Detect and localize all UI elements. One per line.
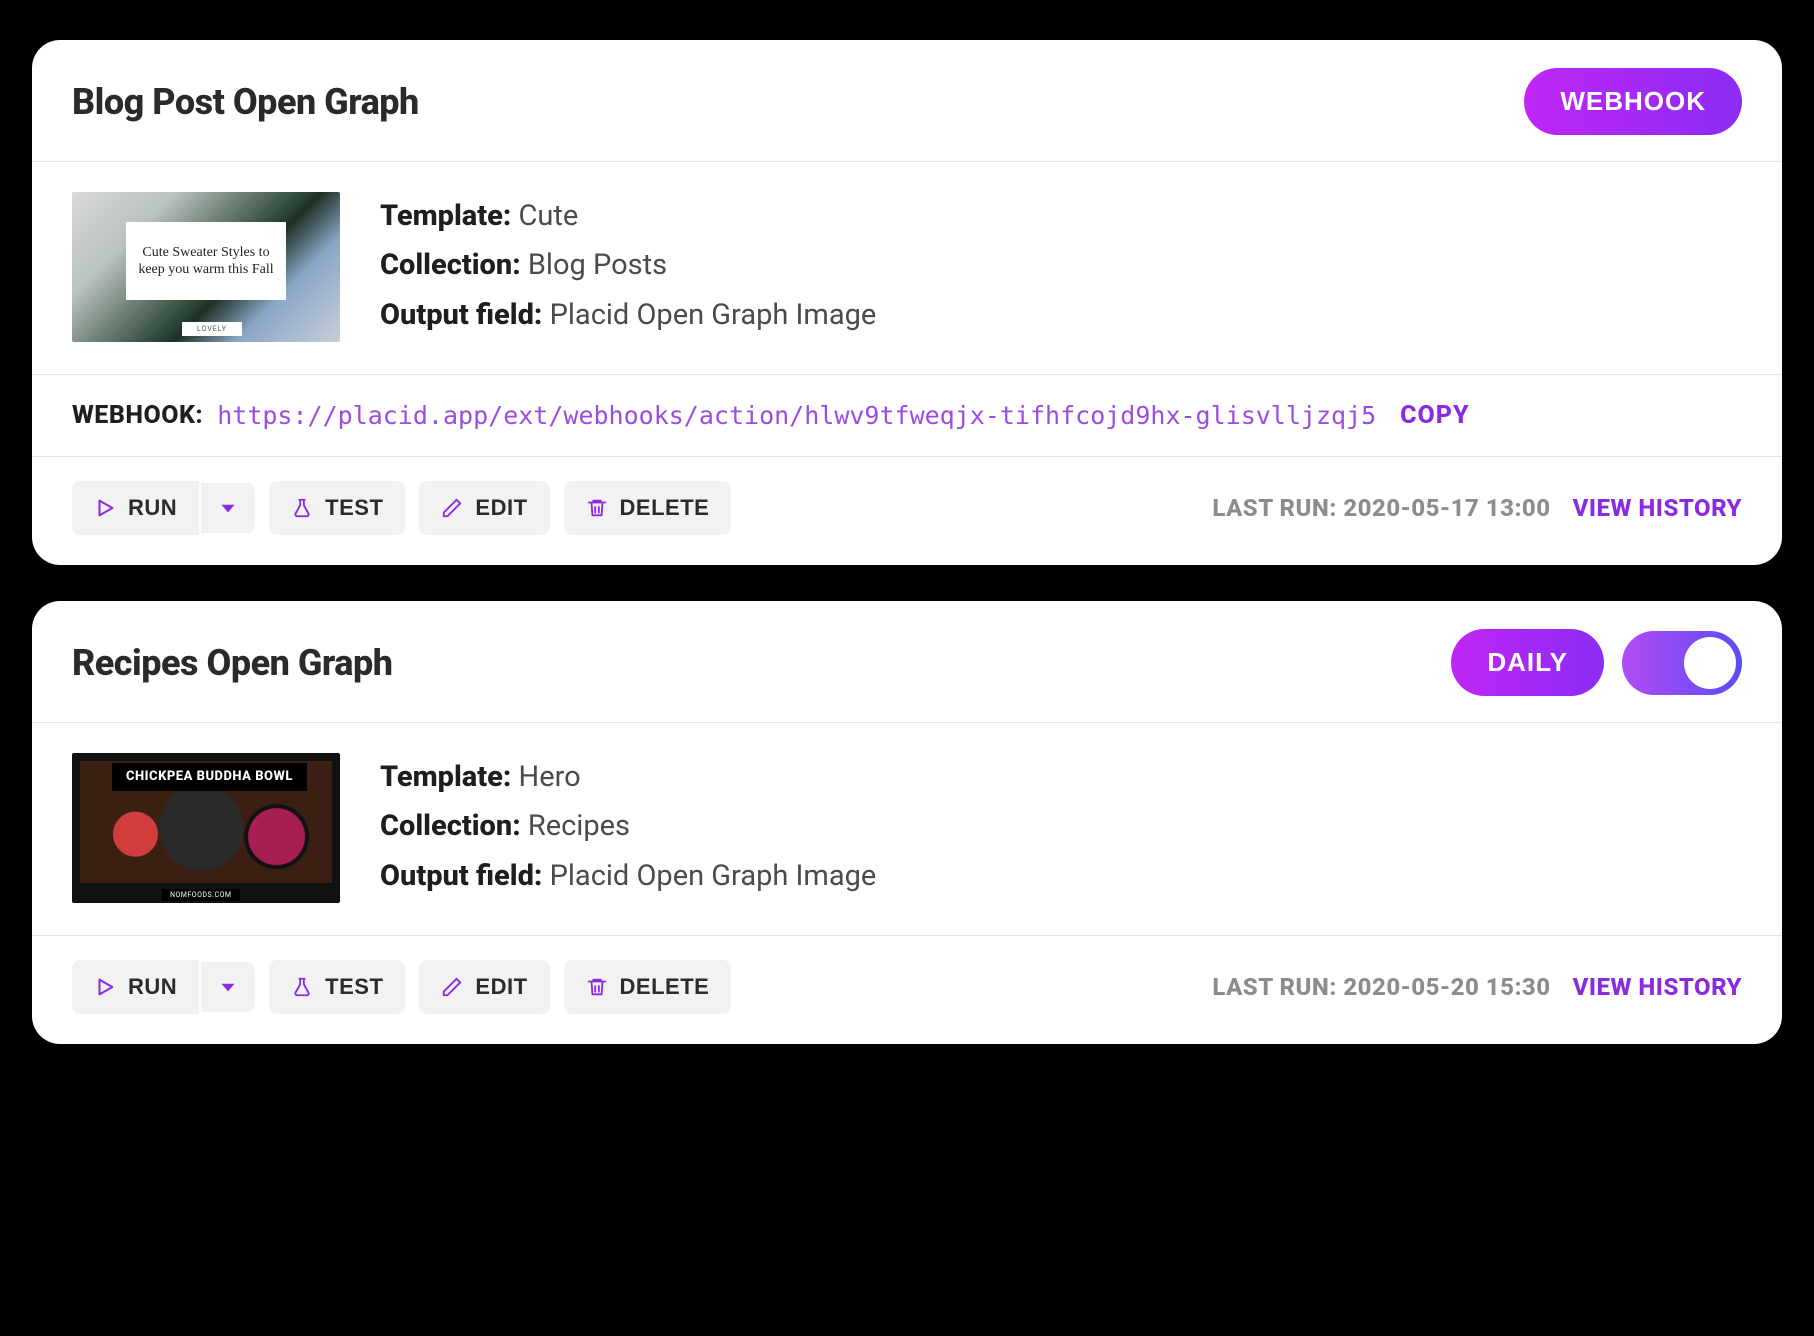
caret-down-icon [217,976,239,998]
card-body: CHICKPEA BUDDHA BOWL NOMFOODS.COM Templa… [32,723,1782,936]
last-run-value: 2020-05-17 13:00 [1343,494,1550,522]
meta-value: Cute [519,199,579,233]
last-run-prefix: LAST RUN: [1212,494,1336,522]
flask-icon [291,976,313,998]
test-label: TEST [325,495,383,521]
run-dropdown-button[interactable] [201,483,255,533]
delete-label: DELETE [620,974,710,1000]
pencil-icon [441,976,463,998]
edit-label: EDIT [475,495,527,521]
meta-row-template: Template: Cute [380,192,876,241]
last-run-value: 2020-05-20 15:30 [1343,973,1550,1001]
run-button[interactable]: RUN [72,960,199,1014]
view-history-link[interactable]: VIEW HISTORY [1573,494,1742,522]
meta-value: Blog Posts [528,248,667,282]
edit-button[interactable]: EDIT [419,960,549,1014]
thumbnail-tag: NOMFOODS.COM [162,889,240,901]
delete-label: DELETE [620,495,710,521]
meta-label: Output field: [380,298,542,332]
caret-down-icon [217,497,239,519]
meta-row-collection: Collection: Recipes [380,802,876,851]
card-title: Blog Post Open Graph [72,81,419,123]
trigger-type-badge[interactable]: DAILY [1451,629,1604,696]
delete-button[interactable]: DELETE [564,481,732,535]
last-run: LAST RUN: 2020-05-20 15:30 [1212,973,1550,1001]
flask-icon [291,497,313,519]
card-title: Recipes Open Graph [72,642,392,684]
card-footer: RUN TEST EDIT [32,936,1782,1044]
action-card: Recipes Open Graph DAILY CHICKPEA BUDDHA… [32,601,1782,1044]
run-button[interactable]: RUN [72,481,199,535]
webhook-row: WEBHOOK: https://placid.app/ext/webhooks… [32,375,1782,457]
template-preview-thumbnail: Cute Sweater Styles to keep you warm thi… [72,192,340,342]
last-run: LAST RUN: 2020-05-17 13:00 [1212,494,1550,522]
footer-right: LAST RUN: 2020-05-17 13:00 VIEW HISTORY [1212,494,1742,522]
meta-label: Template: [380,760,511,794]
thumbnail-tag: LOVELY [182,322,242,336]
webhook-url: https://placid.app/ext/webhooks/action/h… [217,401,1376,430]
meta-value: Placid Open Graph Image [550,298,877,332]
action-card: Blog Post Open Graph WEBHOOK Cute Sweate… [32,40,1782,565]
trash-icon [586,497,608,519]
card-header: Blog Post Open Graph WEBHOOK [32,40,1782,162]
meta-row-output-field: Output field: Placid Open Graph Image [380,852,876,901]
card-meta: Template: Hero Collection: Recipes Outpu… [380,753,876,901]
run-label: RUN [128,495,177,521]
play-icon [94,976,116,998]
card-meta: Template: Cute Collection: Blog Posts Ou… [380,192,876,340]
meta-label: Output field: [380,859,542,893]
card-header: Recipes Open Graph DAILY [32,601,1782,723]
edit-label: EDIT [475,974,527,1000]
last-run-prefix: LAST RUN: [1212,973,1336,1001]
test-label: TEST [325,974,383,1000]
pencil-icon [441,497,463,519]
thumbnail-headline: Cute Sweater Styles to keep you warm thi… [126,222,286,300]
action-buttons: RUN TEST EDIT [72,481,731,535]
meta-row-output-field: Output field: Placid Open Graph Image [380,291,876,340]
run-label: RUN [128,974,177,1000]
view-history-link[interactable]: VIEW HISTORY [1573,973,1742,1001]
delete-button[interactable]: DELETE [564,960,732,1014]
action-buttons: RUN TEST EDIT [72,960,731,1014]
card-footer: RUN TEST EDIT [32,457,1782,565]
trash-icon [586,976,608,998]
toggle-knob [1684,637,1736,689]
meta-row-collection: Collection: Blog Posts [380,241,876,290]
meta-label: Collection: [380,248,521,282]
thumbnail-headline: CHICKPEA BUDDHA BOWL [112,763,307,791]
run-dropdown-button[interactable] [201,962,255,1012]
copy-button[interactable]: COPY [1400,401,1469,430]
meta-value: Recipes [528,809,630,843]
edit-button[interactable]: EDIT [419,481,549,535]
meta-value: Placid Open Graph Image [550,859,877,893]
header-controls: DAILY [1451,629,1742,696]
footer-right: LAST RUN: 2020-05-20 15:30 VIEW HISTORY [1212,973,1742,1001]
card-body: Cute Sweater Styles to keep you warm thi… [32,162,1782,375]
meta-label: Template: [380,199,511,233]
meta-row-template: Template: Hero [380,753,876,802]
trigger-type-badge[interactable]: WEBHOOK [1524,68,1742,135]
test-button[interactable]: TEST [269,960,405,1014]
meta-value: Hero [519,760,581,794]
meta-label: Collection: [380,809,521,843]
webhook-label: WEBHOOK: [72,401,203,430]
play-icon [94,497,116,519]
template-preview-thumbnail: CHICKPEA BUDDHA BOWL NOMFOODS.COM [72,753,340,903]
enable-toggle[interactable] [1622,631,1742,695]
header-controls: WEBHOOK [1524,68,1742,135]
test-button[interactable]: TEST [269,481,405,535]
